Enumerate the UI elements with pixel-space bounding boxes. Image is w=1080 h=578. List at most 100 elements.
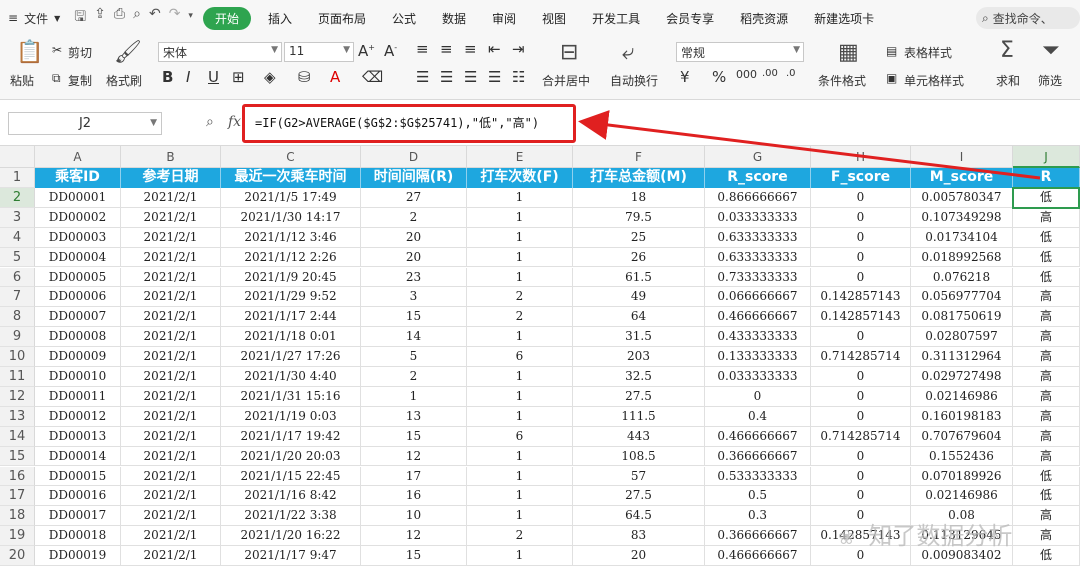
save-icon[interactable]: 🖫 bbox=[74, 6, 86, 30]
table-cell[interactable]: 0 bbox=[811, 247, 911, 268]
table-cell[interactable]: 0.029727498 bbox=[911, 367, 1013, 387]
table-cell[interactable]: 1 bbox=[467, 386, 573, 407]
row-header[interactable]: 18 bbox=[0, 506, 35, 527]
table-cell[interactable]: 0.633333333 bbox=[705, 227, 811, 248]
table-cell[interactable]: 2021/2/1 bbox=[121, 546, 221, 566]
table-cell[interactable]: 2021/1/17 9:47 bbox=[221, 546, 361, 566]
header-cell[interactable]: 参考日期 bbox=[121, 168, 221, 188]
table-cell[interactable]: 0.633333333 bbox=[705, 247, 811, 268]
table-cell[interactable]: 2021/2/1 bbox=[121, 486, 221, 507]
number-format-select[interactable]: 常规 ▼ bbox=[676, 42, 804, 62]
table-cell[interactable]: 0 bbox=[811, 386, 911, 407]
table-cell[interactable]: 0.707679604 bbox=[911, 426, 1013, 447]
table-cell[interactable]: 2021/1/29 9:52 bbox=[221, 287, 361, 308]
table-cell[interactable]: 2021/2/1 bbox=[121, 446, 221, 467]
table-cell[interactable]: 高 bbox=[1013, 327, 1080, 348]
table-cell[interactable]: 1 bbox=[467, 367, 573, 387]
table-cell[interactable]: 高 bbox=[1013, 287, 1080, 308]
header-cell[interactable]: 打车次数(F) bbox=[467, 168, 573, 188]
export-icon[interactable]: ⇪ bbox=[94, 6, 106, 30]
table-cell[interactable]: 61.5 bbox=[573, 267, 705, 288]
table-cell[interactable]: 0.081750619 bbox=[911, 307, 1013, 328]
table-cell[interactable]: 203 bbox=[573, 347, 705, 367]
table-cell[interactable]: 0.311312964 bbox=[911, 347, 1013, 367]
eraser-icon[interactable]: ⌫ bbox=[362, 68, 383, 86]
table-cell[interactable]: 0.366666667 bbox=[705, 446, 811, 467]
table-cell[interactable]: 0.056977704 bbox=[911, 287, 1013, 308]
underline-icon[interactable]: U bbox=[208, 68, 219, 86]
paint-bucket-icon[interactable]: ⛁ bbox=[298, 68, 311, 86]
row-header[interactable]: 20 bbox=[0, 546, 35, 566]
table-cell[interactable]: 13 bbox=[361, 406, 467, 427]
table-cell[interactable]: 2021/1/18 0:01 bbox=[221, 327, 361, 348]
table-cell[interactable]: 18 bbox=[573, 187, 705, 208]
paste-button[interactable]: 粘贴 bbox=[10, 72, 34, 89]
table-cell[interactable]: DD00018 bbox=[35, 526, 121, 547]
table-cell[interactable]: 10 bbox=[361, 506, 467, 527]
table-cell[interactable]: 高 bbox=[1013, 426, 1080, 447]
indent-increase-icon[interactable]: ⇥ bbox=[512, 40, 525, 58]
table-cell[interactable]: 0.076218 bbox=[911, 267, 1013, 288]
align-middle-icon[interactable]: ≡ bbox=[440, 40, 453, 58]
wrap-text-button[interactable]: 自动换行 bbox=[610, 72, 658, 89]
italic-icon[interactable]: I bbox=[186, 68, 190, 86]
table-cell[interactable]: 20 bbox=[361, 247, 467, 268]
table-cell[interactable]: DD00009 bbox=[35, 347, 121, 367]
filter-button[interactable]: 筛选 bbox=[1038, 72, 1062, 89]
table-cell[interactable]: 20 bbox=[573, 546, 705, 566]
table-cell[interactable]: 12 bbox=[361, 526, 467, 547]
table-cell[interactable]: 0.033333333 bbox=[705, 367, 811, 387]
table-cell[interactable]: 2021/1/27 17:26 bbox=[221, 347, 361, 367]
row-header[interactable]: 15 bbox=[0, 446, 35, 467]
table-cell[interactable]: 2021/1/9 20:45 bbox=[221, 267, 361, 288]
table-cell[interactable]: 0.142857143 bbox=[811, 307, 911, 328]
command-search[interactable]: ⌕ 查找命令、 bbox=[976, 7, 1080, 29]
table-cell[interactable]: 64.5 bbox=[573, 506, 705, 527]
tab-2[interactable]: 页面布局 bbox=[305, 10, 379, 27]
row-header[interactable]: 5 bbox=[0, 247, 35, 268]
table-cell[interactable]: DD00006 bbox=[35, 287, 121, 308]
sum-button[interactable]: 求和 bbox=[996, 72, 1020, 89]
table-cell[interactable]: 0.02146986 bbox=[911, 486, 1013, 507]
tab-9[interactable]: 稻壳资源 bbox=[727, 10, 801, 27]
undo-icon[interactable]: ↶ bbox=[149, 6, 161, 30]
font-name-select[interactable]: 宋体 ▼ bbox=[158, 42, 282, 62]
table-cell[interactable]: 0.4 bbox=[705, 406, 811, 427]
table-cell[interactable]: 2021/1/30 14:17 bbox=[221, 207, 361, 228]
column-header-I[interactable]: I bbox=[911, 146, 1013, 168]
table-cell[interactable]: 2021/2/1 bbox=[121, 327, 221, 348]
select-all-corner[interactable] bbox=[0, 146, 35, 168]
table-cell[interactable]: 443 bbox=[573, 426, 705, 447]
tab-1[interactable]: 插入 bbox=[255, 10, 305, 27]
table-cell[interactable]: 2021/1/20 16:22 bbox=[221, 526, 361, 547]
table-cell[interactable]: 2021/2/1 bbox=[121, 526, 221, 547]
row-header[interactable]: 11 bbox=[0, 367, 35, 387]
indent-decrease-icon[interactable]: ⇤ bbox=[488, 40, 501, 58]
align-top-icon[interactable]: ≡ bbox=[416, 40, 429, 58]
table-cell[interactable]: 高 bbox=[1013, 446, 1080, 467]
column-header-J[interactable]: J bbox=[1013, 146, 1080, 168]
distribute-icon[interactable]: ☷ bbox=[512, 68, 525, 86]
table-cell[interactable]: 1 bbox=[467, 267, 573, 288]
table-cell[interactable]: 0.866666667 bbox=[705, 187, 811, 208]
table-cell[interactable]: 2021/2/1 bbox=[121, 367, 221, 387]
file-menu[interactable]: ≡ 文件 ▼ bbox=[0, 10, 68, 27]
table-cell[interactable]: 0.1552436 bbox=[911, 446, 1013, 467]
row-header[interactable]: 4 bbox=[0, 227, 35, 248]
table-cell[interactable]: 2021/2/1 bbox=[121, 406, 221, 427]
tab-4[interactable]: 数据 bbox=[429, 10, 479, 27]
table-cell[interactable]: 0.005780347 bbox=[911, 187, 1013, 208]
tab-5[interactable]: 审阅 bbox=[479, 10, 529, 27]
justify-icon[interactable]: ☰ bbox=[488, 68, 501, 86]
print-preview-icon[interactable]: ⌕ bbox=[133, 6, 141, 30]
table-cell[interactable]: 1 bbox=[467, 486, 573, 507]
table-cell[interactable]: DD00004 bbox=[35, 247, 121, 268]
table-cell[interactable]: 5 bbox=[361, 347, 467, 367]
table-cell[interactable]: 14 bbox=[361, 327, 467, 348]
table-cell[interactable]: 0.018992568 bbox=[911, 247, 1013, 268]
table-cell[interactable]: 0.160198183 bbox=[911, 406, 1013, 427]
table-cell[interactable]: 高 bbox=[1013, 526, 1080, 547]
table-cell[interactable]: 0.466666667 bbox=[705, 426, 811, 447]
row-header[interactable]: 14 bbox=[0, 426, 35, 447]
table-cell[interactable]: 2021/2/1 bbox=[121, 287, 221, 308]
